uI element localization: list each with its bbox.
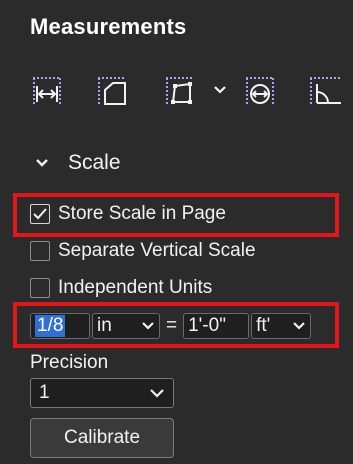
- precision-select[interactable]: 1: [30, 378, 174, 408]
- angle-measure-icon[interactable]: [302, 70, 346, 112]
- scale-section-label: Scale: [68, 151, 121, 174]
- chevron-down-icon: [150, 389, 164, 398]
- checkbox-icon[interactable]: [30, 278, 50, 298]
- area-measure-icon[interactable]: [158, 70, 202, 112]
- chevron-down-icon: [36, 159, 48, 167]
- independent-units-label: Independent Units: [58, 277, 213, 298]
- highlight-box: [13, 193, 339, 237]
- precision-label: Precision: [30, 352, 109, 373]
- scale-section-toggle[interactable]: Scale: [34, 148, 121, 178]
- checkbox-icon[interactable]: [30, 241, 50, 261]
- precision-value: 1: [39, 382, 50, 403]
- highlight-box: [13, 302, 339, 348]
- panel-title: Measurements: [30, 14, 187, 39]
- independent-units-checkbox[interactable]: Independent Units: [30, 274, 212, 302]
- diameter-measure-icon[interactable]: [238, 70, 282, 112]
- calibrate-button[interactable]: Calibrate: [30, 418, 174, 458]
- separate-vertical-checkbox[interactable]: Separate Vertical Scale: [30, 237, 256, 265]
- chevron-down-icon[interactable]: [212, 83, 228, 97]
- separate-vertical-label: Separate Vertical Scale: [58, 240, 256, 261]
- distance-measure-icon[interactable]: [25, 70, 69, 112]
- perimeter-measure-icon[interactable]: [90, 70, 134, 112]
